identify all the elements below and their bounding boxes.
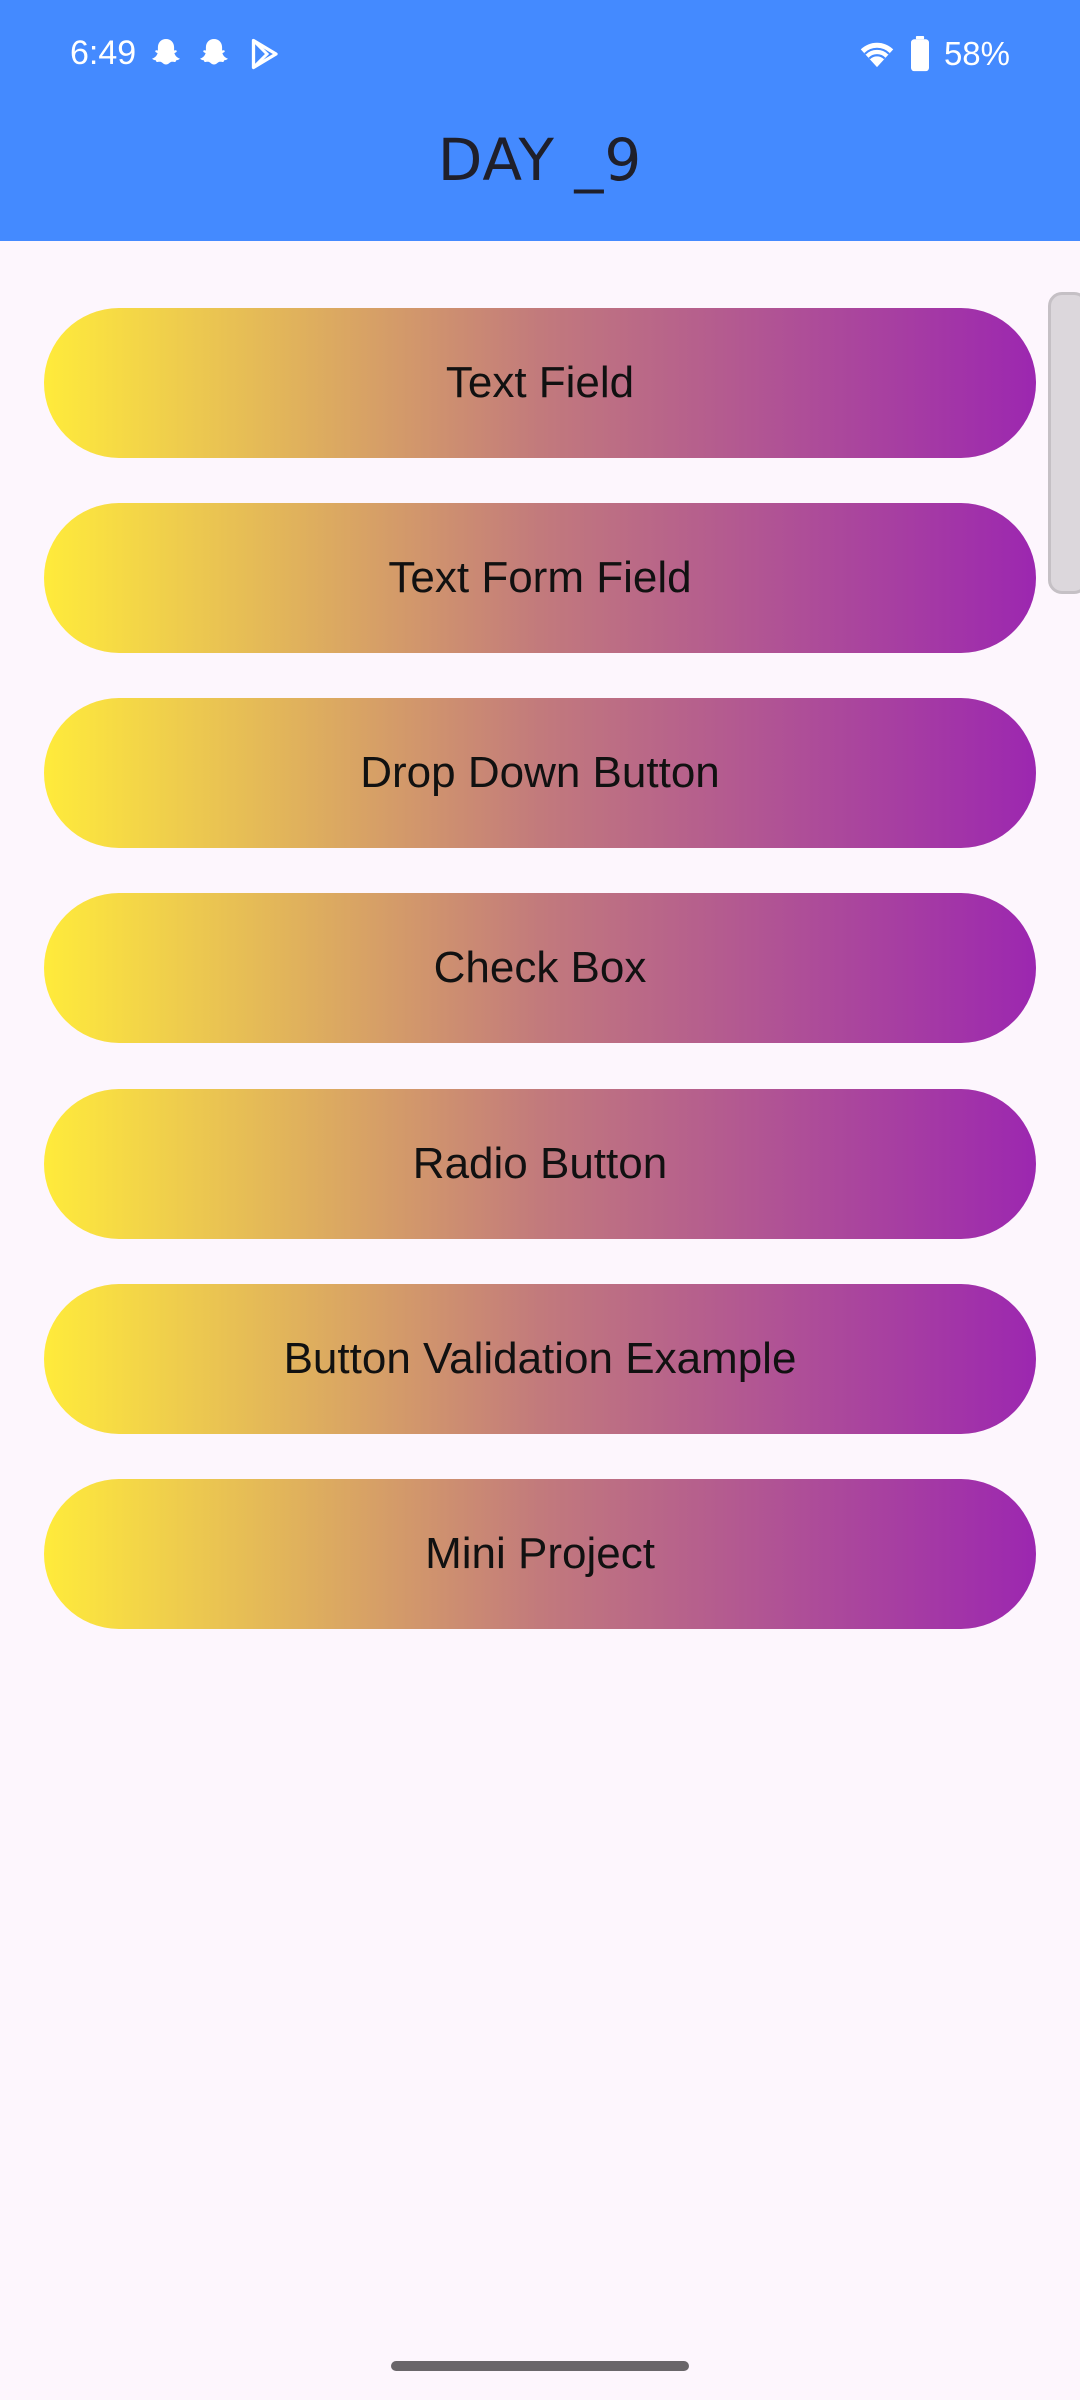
status-time: 6:49: [70, 34, 137, 72]
button-label: Text Form Field: [388, 553, 692, 602]
button-label: Check Box: [433, 943, 647, 992]
battery-icon: [910, 36, 929, 72]
page-title: DAY _9: [437, 126, 643, 194]
text-form-field-button[interactable]: Text Form Field: [44, 503, 1036, 653]
button-label: Mini Project: [425, 1529, 655, 1578]
mini-project-button[interactable]: Mini Project: [44, 1479, 1036, 1629]
menu-list: Text Field Text Form Field Drop Down But…: [0, 241, 1080, 2400]
button-label: Button Validation Example: [283, 1334, 797, 1383]
home-indicator[interactable]: [391, 2361, 689, 2371]
button-label: Drop Down Button: [360, 748, 720, 797]
play-store-icon: [251, 38, 278, 70]
status-bar: 6:49 58%: [0, 0, 1080, 110]
scrollbar[interactable]: [1048, 292, 1080, 594]
app-header: 6:49 58% DAY _9: [0, 0, 1080, 241]
button-label: Radio Button: [412, 1139, 668, 1188]
battery-percent: 58%: [943, 35, 1010, 72]
wifi-icon: [860, 42, 894, 68]
snapchat-icon: [200, 39, 228, 65]
drop-down-button-button[interactable]: Drop Down Button: [44, 698, 1036, 848]
snapchat-icon: [152, 39, 180, 65]
button-validation-example-button[interactable]: Button Validation Example: [44, 1284, 1036, 1434]
text-field-button[interactable]: Text Field: [44, 308, 1036, 458]
status-right-group: 58%: [858, 34, 1010, 74]
radio-button-button[interactable]: Radio Button: [44, 1089, 1036, 1239]
check-box-button[interactable]: Check Box: [44, 893, 1036, 1043]
button-label: Text Field: [445, 358, 635, 407]
